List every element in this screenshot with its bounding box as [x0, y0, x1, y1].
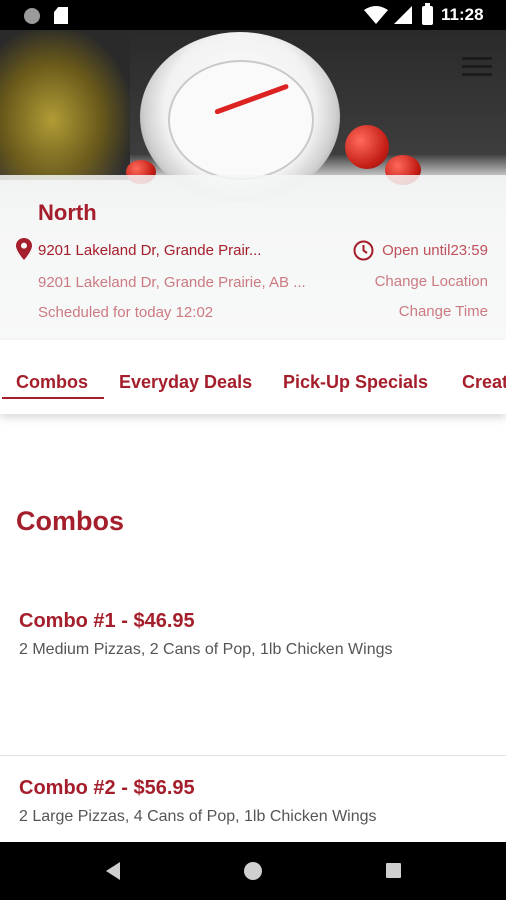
scheduled-time: Scheduled for today 12:02	[38, 304, 214, 321]
item-title: Combo #1 - $46.95	[19, 610, 195, 632]
item-title: Combo #2 - $56.95	[19, 777, 195, 799]
sd-card-icon	[54, 7, 68, 24]
home-icon[interactable]	[244, 862, 262, 880]
hamburger-menu-icon[interactable]	[462, 57, 492, 79]
location-name: North	[38, 200, 97, 225]
item-description: 2 Medium Pizzas, 2 Cans of Pop, 1lb Chic…	[19, 641, 393, 658]
status-bar: 11:28	[0, 0, 506, 30]
location-full-address: 9201 Lakeland Dr, Grande Prairie, AB ...	[38, 274, 306, 291]
system-nav-bar	[0, 842, 506, 900]
wifi-icon	[364, 6, 388, 24]
recent-apps-icon[interactable]	[386, 863, 401, 878]
tab-everyday-deals[interactable]: Everyday Deals	[119, 372, 252, 393]
location-address: 9201 Lakeland Dr, Grande Prair...	[38, 242, 262, 259]
item-description: 2 Large Pizzas, 4 Cans of Pop, 1lb Chick…	[19, 808, 377, 825]
tab-create[interactable]: Creat	[462, 372, 506, 393]
section-heading: Combos	[16, 506, 124, 536]
list-item[interactable]: Combo #1 - $46.95 2 Medium Pizzas, 2 Can…	[0, 590, 506, 756]
tab-combos[interactable]: Combos	[16, 372, 88, 393]
battery-icon	[422, 3, 433, 25]
list-item[interactable]: Combo #2 - $56.95 2 Large Pizzas, 4 Cans…	[0, 757, 506, 842]
cellular-icon	[394, 6, 412, 24]
category-tabs: Combos Everyday Deals Pick-Up Specials C…	[0, 340, 506, 414]
notification-dot-icon	[24, 8, 40, 24]
map-pin-icon	[16, 238, 32, 260]
back-icon[interactable]	[106, 862, 120, 880]
open-until: Open until23:59	[382, 242, 488, 259]
oil-bottle-image	[0, 30, 130, 180]
active-tab-indicator	[2, 397, 104, 399]
clock-icon	[353, 240, 374, 261]
status-time: 11:28	[441, 5, 484, 24]
hero-banner	[0, 30, 506, 340]
tomato-image	[345, 125, 389, 169]
change-time-link[interactable]: Change Time	[399, 303, 488, 320]
change-location-link[interactable]: Change Location	[375, 273, 488, 290]
tab-pick-up-specials[interactable]: Pick-Up Specials	[283, 372, 428, 393]
